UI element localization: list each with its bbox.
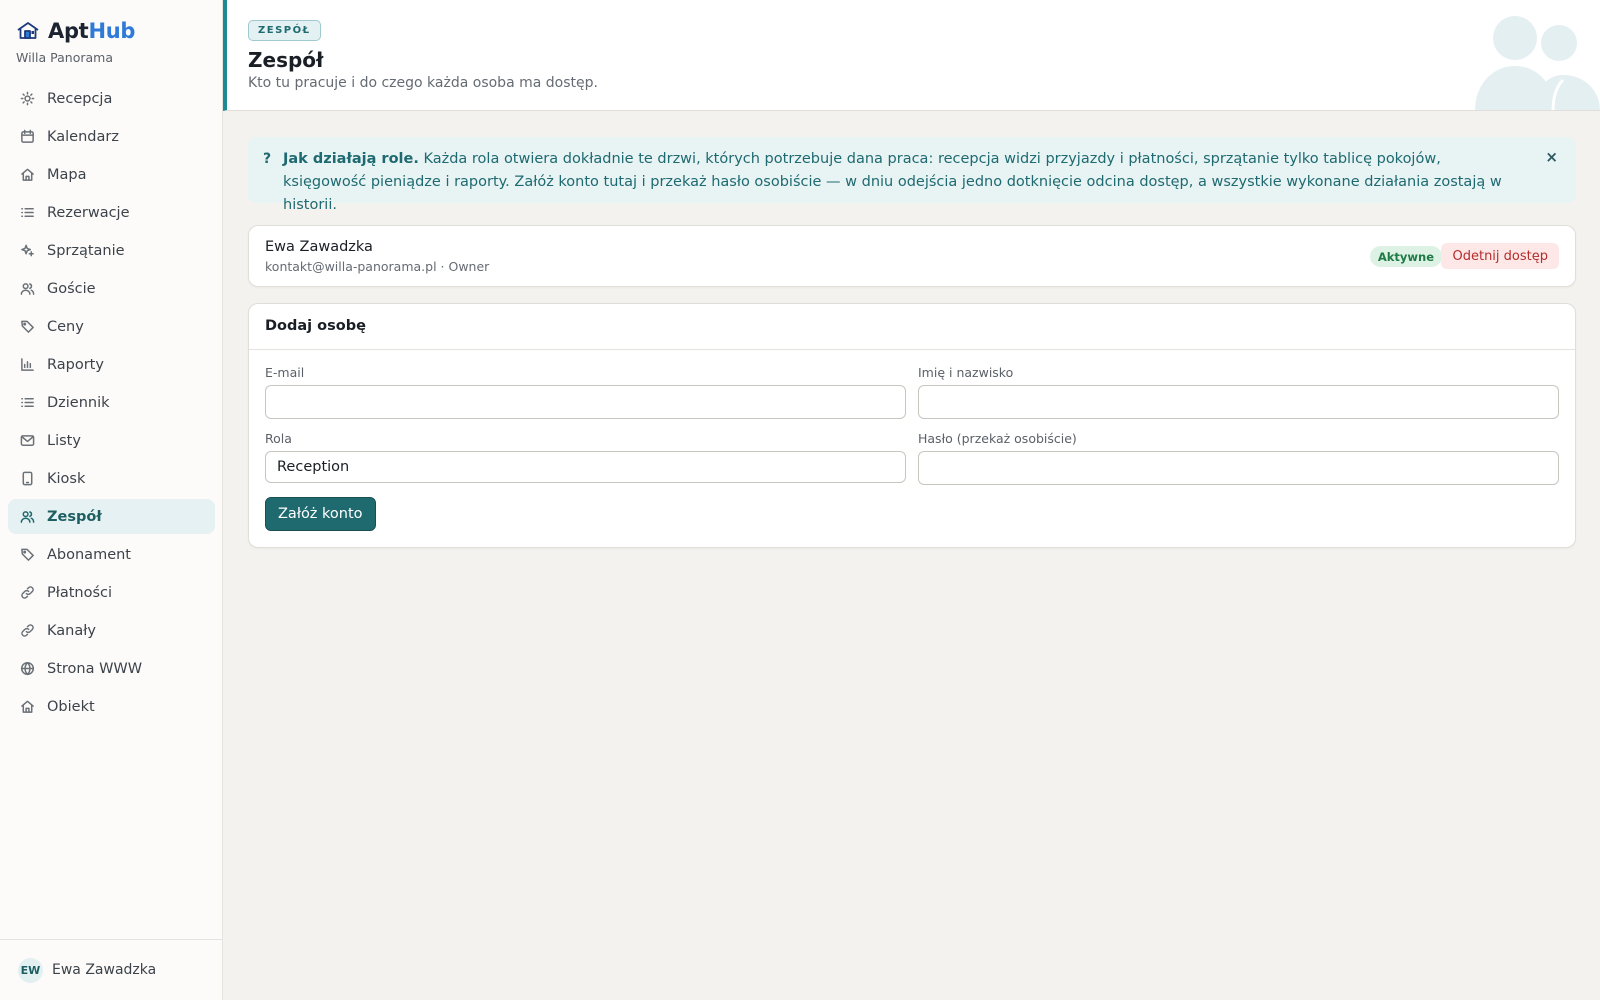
roles-info-body: Każda rola otwiera dokładnie te drzwi, k… — [283, 151, 1502, 213]
page-title: Zespół — [248, 48, 324, 72]
sidebar-item-label: Goście — [47, 280, 96, 297]
sidebar-item-rezerwacje[interactable]: Rezerwacje — [8, 195, 215, 230]
tag-icon — [20, 319, 35, 334]
tablet-icon — [20, 471, 35, 486]
page-header: ZESPÓŁ Zespół Kto tu pracuje i do czego … — [223, 0, 1600, 111]
help-icon: ? — [263, 151, 272, 167]
email-field[interactable] — [265, 385, 906, 419]
sidebar-item-label: Obiekt — [47, 698, 95, 715]
calendar-icon — [20, 129, 35, 144]
tag-icon — [20, 547, 35, 562]
property-name: Willa Panorama — [16, 50, 113, 65]
member-email-role: kontakt@willa-panorama.pl · Owner — [265, 259, 490, 274]
sidebar-item-label: Kanały — [47, 622, 96, 639]
sidebar-item-kanaly[interactable]: Kanały — [8, 613, 215, 648]
sidebar-item-recepcja[interactable]: Recepcja — [8, 81, 215, 116]
sidebar-item-raporty[interactable]: Raporty — [8, 347, 215, 382]
sidebar-item-label: Mapa — [47, 166, 87, 183]
sidebar: AptHub Willa Panorama Recepcja Kalendarz… — [0, 0, 223, 1000]
name-field[interactable] — [918, 385, 1559, 419]
role-select[interactable]: Reception — [265, 451, 906, 483]
revoke-access-button[interactable]: Odetnij dostęp — [1441, 243, 1559, 269]
add-person-form: Dodaj osobę E-mail Imię i nazwisko Rola … — [248, 303, 1576, 548]
section-eyebrow: ZESPÓŁ — [248, 20, 321, 41]
sidebar-item-kiosk[interactable]: Kiosk — [8, 461, 215, 496]
role-label: Rola — [265, 431, 292, 446]
brand[interactable]: AptHub — [16, 19, 135, 43]
status-badge: Aktywne — [1369, 246, 1442, 267]
mail-icon — [20, 433, 35, 448]
list-icon — [20, 395, 35, 410]
email-label: E-mail — [265, 365, 305, 380]
home-icon — [20, 699, 35, 714]
sidebar-item-label: Płatności — [47, 584, 113, 601]
sidebar-item-label: Kiosk — [47, 470, 86, 487]
form-title: Dodaj osobę — [249, 304, 1575, 350]
sidebar-item-mapa[interactable]: Mapa — [8, 157, 215, 192]
sidebar-item-strona-www[interactable]: Strona WWW — [8, 651, 215, 686]
sidebar-item-label: Zespół — [47, 508, 102, 525]
sidebar-item-label: Ceny — [47, 318, 84, 335]
sidebar-item-sprzatanie[interactable]: Sprzątanie — [8, 233, 215, 268]
sidebar-item-label: Abonament — [47, 546, 131, 563]
page-subtitle: Kto tu pracuje i do czego każda osoba ma… — [248, 75, 598, 91]
sidebar-item-label: Recepcja — [47, 90, 113, 107]
password-label: Hasło (przekaż osobiście) — [918, 431, 1077, 446]
bar-chart-icon — [20, 357, 35, 372]
sidebar-item-label: Kalendarz — [47, 128, 119, 145]
sidebar-item-label: Sprzątanie — [47, 242, 125, 259]
sidebar-nav: Recepcja Kalendarz Mapa Rezerwacje Sprzą… — [8, 81, 215, 727]
sidebar-item-label: Dziennik — [47, 394, 110, 411]
create-account-button[interactable]: Załóż konto — [265, 497, 376, 531]
current-user-name: Ewa Zawadzka — [52, 962, 157, 978]
roles-info-lead: Jak działają role. — [283, 151, 419, 167]
app-name-part2: Hub — [88, 19, 136, 43]
close-icon[interactable]: × — [1545, 146, 1558, 169]
users-icon — [20, 281, 35, 296]
sidebar-item-goscie[interactable]: Goście — [8, 271, 215, 306]
team-member-row: Ewa Zawadzka kontakt@willa-panorama.pl ·… — [248, 225, 1576, 287]
name-label: Imię i nazwisko — [918, 365, 1014, 380]
roles-info-banner: ? Jak działają role. Każda rola otwiera … — [248, 137, 1576, 213]
roles-info-text: Jak działają role. Każda rola otwiera do… — [283, 148, 1528, 217]
sidebar-item-dziennik[interactable]: Dziennik — [8, 385, 215, 420]
sidebar-item-label: Rezerwacje — [47, 204, 130, 221]
sidebar-item-listy[interactable]: Listy — [8, 423, 215, 458]
sidebar-item-zespol[interactable]: Zespół — [8, 499, 215, 534]
member-name: Ewa Zawadzka — [265, 239, 373, 255]
sidebar-item-label: Strona WWW — [47, 660, 143, 677]
list-icon — [20, 205, 35, 220]
current-user[interactable]: EW Ewa Zawadzka — [0, 939, 223, 1000]
sparkle-icon — [20, 243, 35, 258]
link-icon — [20, 585, 35, 600]
link-icon — [20, 623, 35, 638]
sidebar-item-label: Listy — [47, 432, 81, 449]
sidebar-item-obiekt[interactable]: Obiekt — [8, 689, 215, 724]
team-illustration-icon — [1475, 16, 1600, 110]
app-name-part1: Apt — [48, 19, 89, 43]
avatar: EW — [18, 957, 43, 983]
globe-icon — [20, 661, 35, 676]
sun-icon — [20, 91, 35, 106]
sidebar-item-ceny[interactable]: Ceny — [8, 309, 215, 344]
house-logo-icon — [17, 22, 39, 39]
password-field[interactable] — [918, 451, 1559, 485]
app-name: AptHub — [48, 19, 135, 43]
home-icon — [20, 167, 35, 182]
sidebar-item-kalendarz[interactable]: Kalendarz — [8, 119, 215, 154]
sidebar-item-label: Raporty — [47, 356, 104, 373]
sidebar-item-platnosci[interactable]: Płatności — [8, 575, 215, 610]
sidebar-item-abonament[interactable]: Abonament — [8, 537, 215, 572]
users-icon — [20, 509, 35, 524]
